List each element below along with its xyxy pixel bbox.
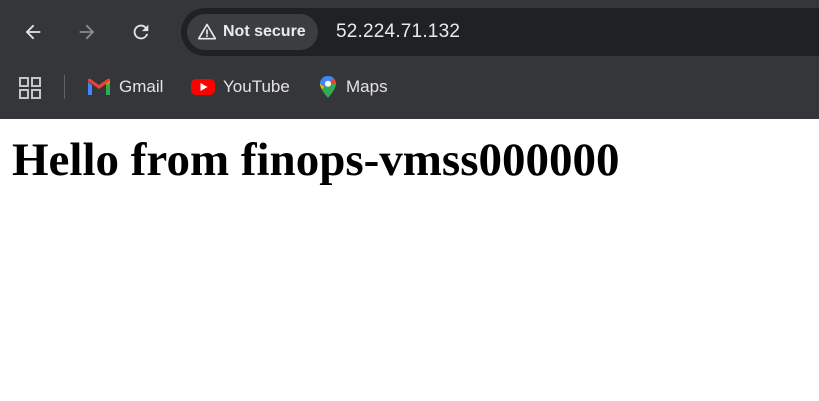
- bookmarks-bar: Gmail YouTube Maps: [0, 64, 819, 110]
- reload-icon: [133, 24, 149, 40]
- reload-button[interactable]: [123, 14, 159, 50]
- gmail-icon: [87, 78, 111, 96]
- site-security-chip[interactable]: Not secure: [187, 14, 318, 50]
- warning-triangle-icon: [197, 22, 217, 42]
- bookmark-label: Maps: [346, 77, 388, 96]
- page-heading: Hello from finops-vmss000000: [12, 134, 620, 186]
- bookmark-maps[interactable]: Maps: [318, 72, 388, 102]
- browser-toolbar: Not secure 52.224.71.132: [0, 0, 819, 64]
- browser-chrome: Not secure 52.224.71.132 Gmail YouTube M…: [0, 0, 819, 119]
- bookmarks-divider: [64, 75, 65, 99]
- security-status-label: Not secure: [223, 23, 306, 40]
- maps-icon: [318, 75, 338, 99]
- back-arrow-icon: [25, 24, 41, 40]
- apps-button[interactable]: [18, 76, 42, 100]
- back-button[interactable]: [15, 14, 51, 50]
- bookmark-label: YouTube: [223, 77, 290, 96]
- forward-arrow-icon: [79, 24, 95, 40]
- forward-button[interactable]: [69, 14, 105, 50]
- bookmark-label: Gmail: [119, 77, 164, 96]
- youtube-icon: [191, 78, 215, 96]
- bookmark-youtube[interactable]: YouTube: [191, 72, 290, 102]
- page-content: Hello from finops-vmss000000: [0, 119, 819, 401]
- url-text[interactable]: 52.224.71.132: [336, 21, 460, 43]
- apps-grid-icon: [19, 77, 41, 99]
- address-bar[interactable]: Not secure 52.224.71.132: [181, 8, 819, 56]
- bookmark-gmail[interactable]: Gmail: [87, 72, 163, 102]
